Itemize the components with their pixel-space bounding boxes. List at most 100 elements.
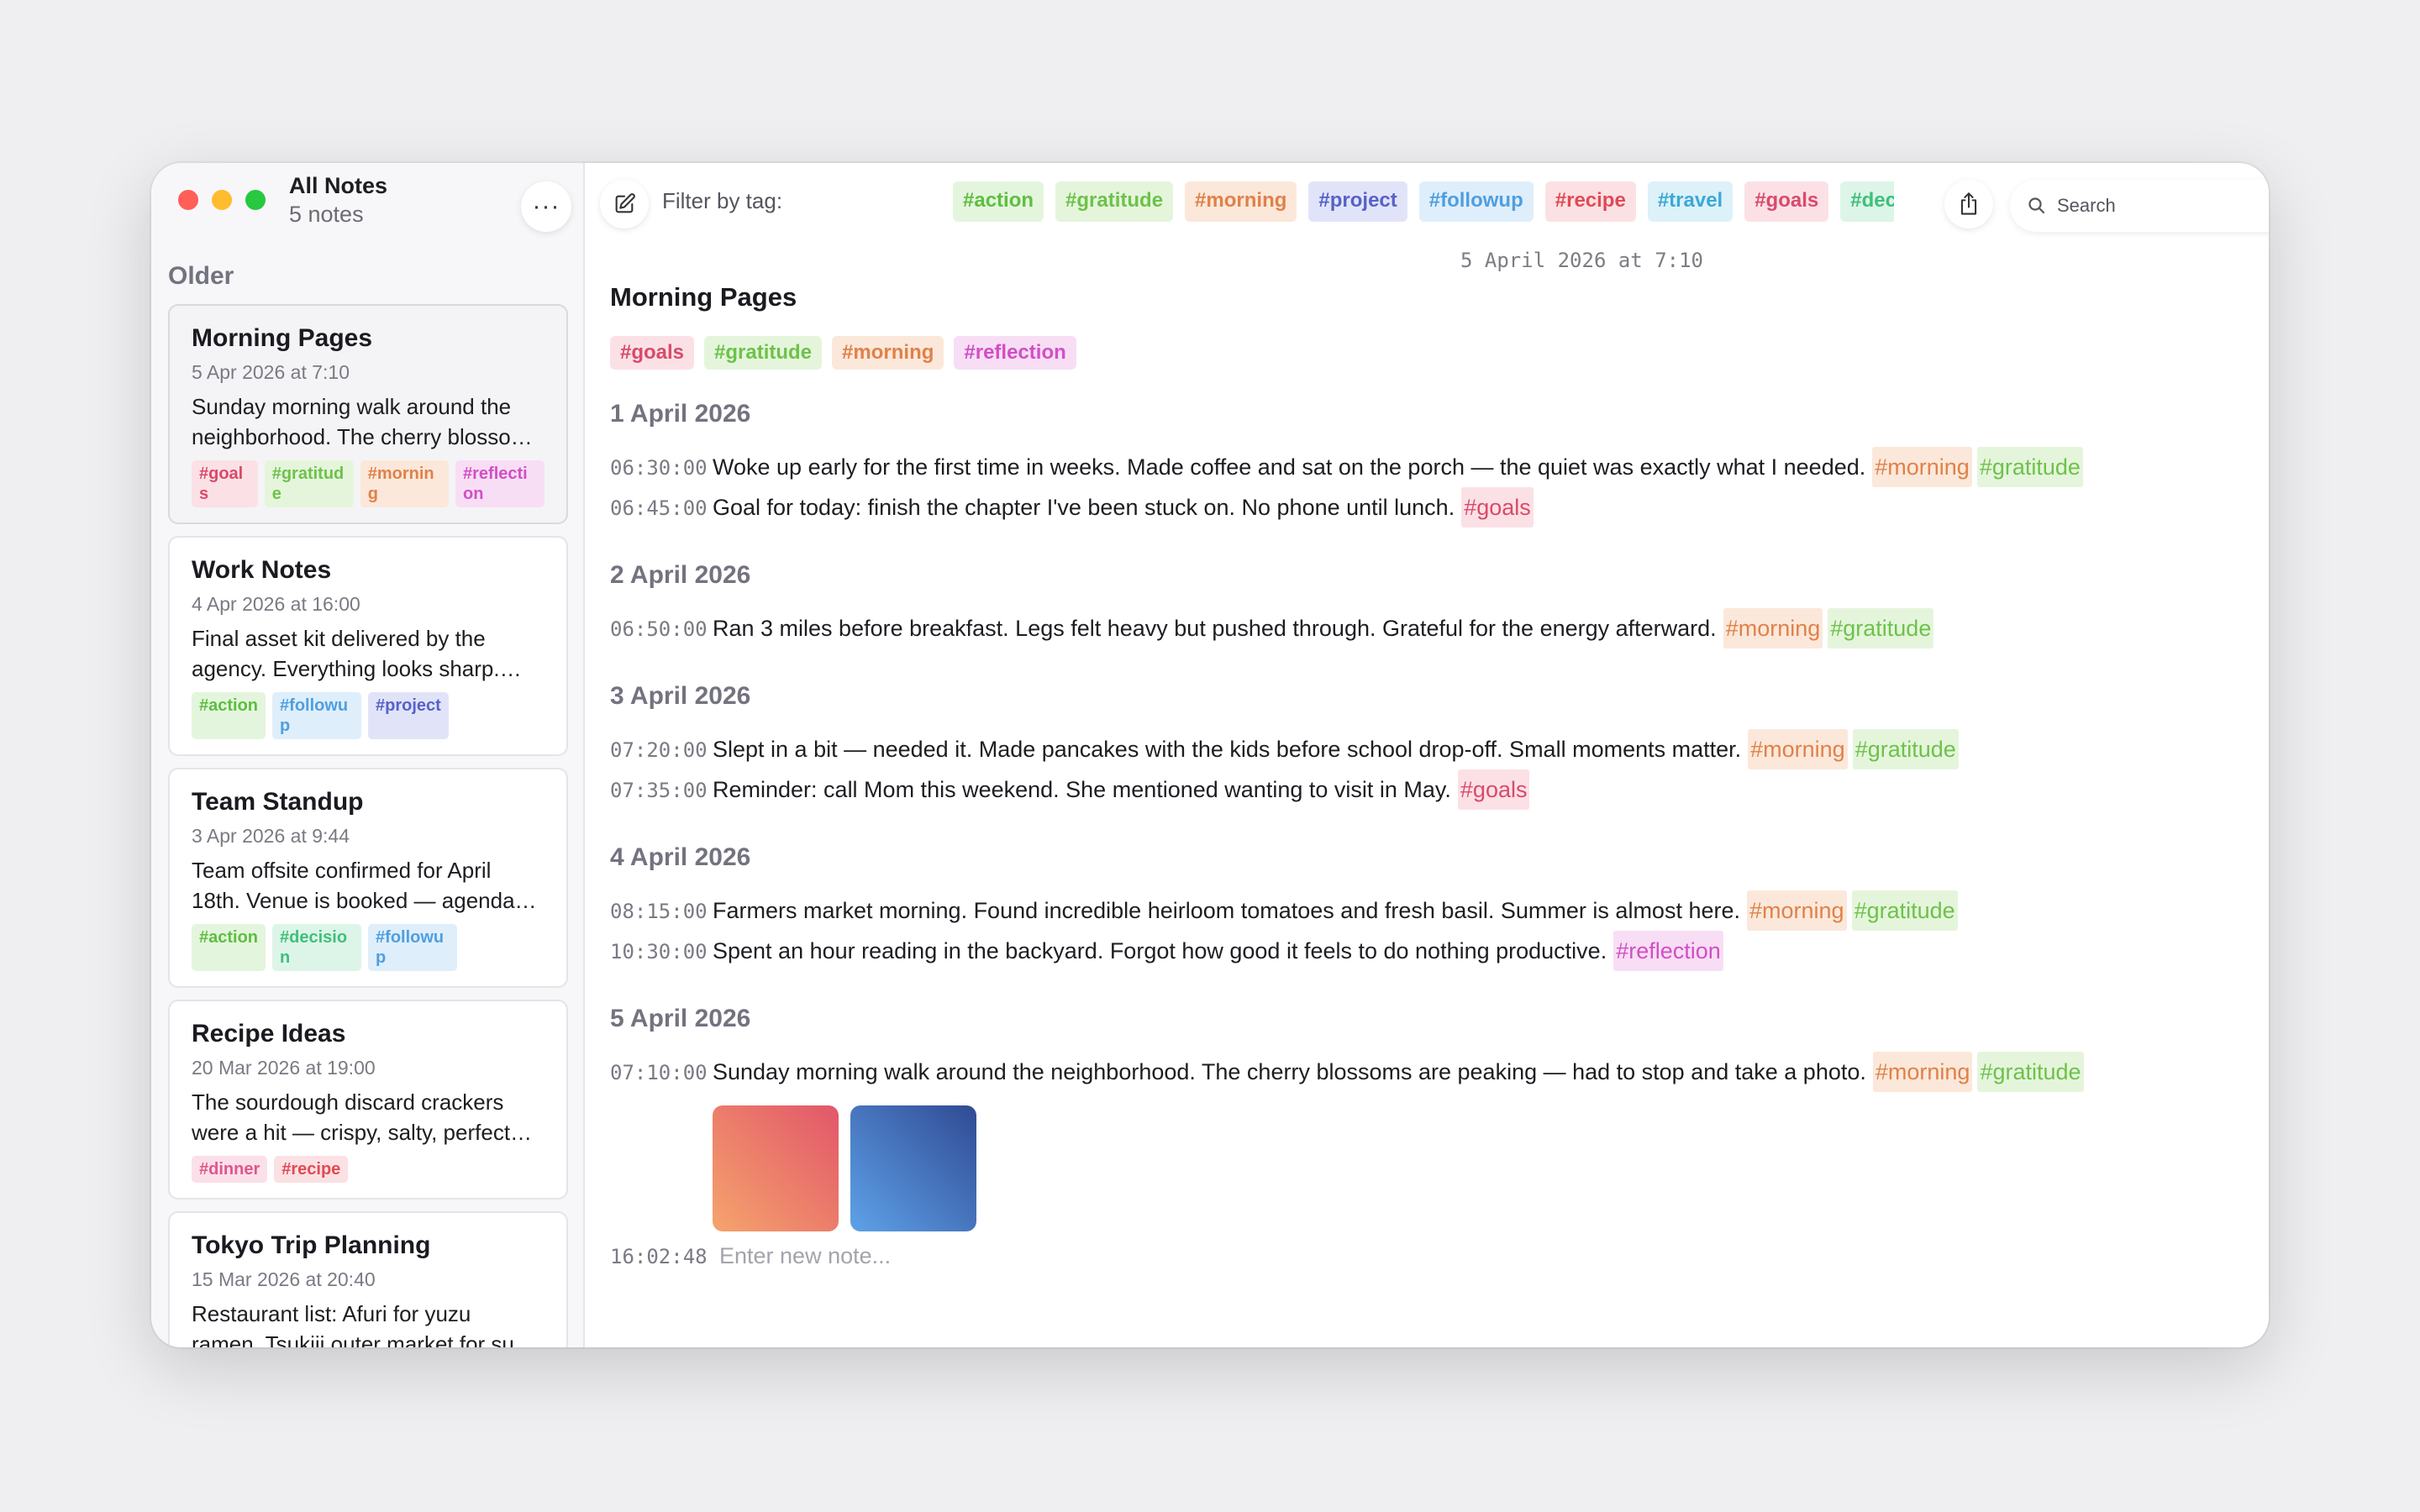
note-card-tag-followup: #followup (272, 692, 362, 739)
photo-thumbnail-warm[interactable] (713, 1105, 839, 1231)
entry-row[interactable]: 06:30:00 Woke up early for the first time… (610, 447, 2235, 487)
entry-row[interactable]: 06:50:00 Ran 3 miles before breakfast. Le… (610, 608, 2235, 648)
entry-row[interactable]: 06:45:00 Goal for today: finish the chapt… (610, 487, 2235, 528)
entry-row[interactable]: 10:30:00 Spent an hour reading in the bac… (610, 931, 2235, 971)
entry-list: 06:30:00 Woke up early for the first time… (610, 447, 2235, 528)
window-controls (178, 190, 266, 210)
note-card-date: 15 Mar 2026 at 20:40 (192, 1268, 376, 1290)
note-card[interactable]: Tokyo Trip Planning 15 Mar 2026 at 20:40 R… (168, 1211, 568, 1347)
close-window-button[interactable] (178, 190, 198, 210)
day-group: 1 April 2026 06:30:00 Woke up early for th… (610, 398, 2235, 528)
note-tag-reflection[interactable]: #reflection (954, 336, 1076, 370)
entry-list: 06:50:00 Ran 3 miles before breakfast. Le… (610, 608, 2235, 648)
entry-list: 07:20:00 Slept in a bit — needed it. Made… (610, 729, 2235, 810)
note-card-tags: #dinner #recipe (192, 1156, 544, 1183)
entry-text: Woke up early for the first time in week… (713, 454, 1866, 480)
entry-text: Sunday morning walk around the neighborh… (713, 1059, 1866, 1084)
inline-tag-gratitude[interactable]: #gratitude (1977, 1052, 2084, 1092)
note-card[interactable]: Morning Pages 5 Apr 2026 at 7:10 Sunday mo… (168, 304, 568, 524)
note-card[interactable]: Work Notes 4 Apr 2026 at 16:00 Final asset… (168, 536, 568, 756)
ellipsis-icon: ··· (532, 192, 560, 220)
note-card-tag-dinner: #dinner (192, 1156, 268, 1183)
filter-tag-goals[interactable]: #goals (1744, 181, 1829, 222)
entry-time: 07:10:00 (610, 1061, 708, 1084)
toolbar: Filter by tag: #action #gratitude #morning… (585, 163, 2269, 239)
inline-tag-gratitude[interactable]: #gratitude (1828, 608, 1934, 648)
entry-time: 06:50:00 (610, 617, 708, 641)
inline-tag-reflection[interactable]: #reflection (1613, 931, 1723, 971)
day-heading: 2 April 2026 (610, 561, 751, 589)
zoom-window-button[interactable] (245, 190, 266, 210)
entry-time: 07:35:00 (610, 779, 708, 802)
sidebar-title: All Notes (289, 173, 388, 198)
note-card-tags: #goals #gratitude #morning #reflection (192, 460, 544, 507)
entry-text: Farmers market morning. Found incredible… (713, 898, 1740, 923)
photo-attachments (713, 1105, 2235, 1231)
filter-tag-followup[interactable]: #followup (1418, 181, 1534, 222)
inline-tag-morning[interactable]: #morning (1747, 890, 1847, 931)
entry-time: 08:15:00 (610, 900, 708, 923)
more-options-button[interactable]: ··· (521, 181, 571, 232)
search-icon (2028, 197, 2045, 214)
note-editor: Filter by tag: #action #gratitude #morning… (585, 163, 2269, 1347)
search-input[interactable] (2057, 195, 2269, 217)
note-card[interactable]: Team Standup 3 Apr 2026 at 9:44 Team offsi… (168, 768, 568, 988)
share-button[interactable] (1944, 180, 1993, 228)
new-note-input[interactable] (719, 1243, 1223, 1269)
entry-row[interactable]: 07:10:00 Sunday morning walk around the n… (610, 1052, 2235, 1092)
note-title[interactable]: Morning Pages (610, 281, 2235, 314)
new-entry-time: 16:02:48 (610, 1245, 708, 1268)
note-card-tag-action: #action (192, 692, 266, 739)
note-card-title: Morning Pages (192, 324, 373, 352)
day-heading: 3 April 2026 (610, 682, 751, 710)
note-card-title: Recipe Ideas (192, 1020, 346, 1047)
inline-tag-morning[interactable]: #morning (1723, 608, 1823, 648)
filter-tag-recipe[interactable]: #recipe (1544, 181, 1636, 222)
note-card-preview: Sunday morning walk around the neighborh… (192, 394, 540, 449)
filter-tag-project[interactable]: #project (1308, 181, 1407, 222)
note-tag-morning[interactable]: #morning (832, 336, 944, 370)
sidebar: All Notes 5 notes ··· Older Morning Page… (151, 163, 585, 1347)
photo-thumbnail-cool[interactable] (850, 1105, 976, 1231)
inline-tag-gratitude[interactable]: #gratitude (1851, 890, 1958, 931)
note-card-tag-morning: #morning (360, 460, 449, 507)
inline-tag-goals[interactable]: #goals (1461, 487, 1534, 528)
note-card-preview: Team offsite confirmed for April 18th. V… (192, 858, 515, 913)
note-card-tag-goals: #goals (192, 460, 258, 507)
inline-tag-gratitude[interactable]: #gratitude (1852, 729, 1959, 769)
note-card-preview: Restaurant list: Afuri for yuzu ramen, T… (192, 1301, 543, 1347)
filter-tag-gratitude[interactable]: #gratitude (1055, 181, 1174, 222)
note-tag-gratitude[interactable]: #gratitude (704, 336, 823, 370)
note-count: 5 notes (289, 202, 364, 227)
note-timestamp: 5 April 2026 at 7:10 (1460, 249, 1703, 272)
inline-tag-morning[interactable]: #morning (1872, 447, 1972, 487)
search-field[interactable] (2010, 180, 2269, 232)
note-card-tag-followup: #followup (368, 924, 458, 971)
note-list: Morning Pages 5 Apr 2026 at 7:10 Sunday mo… (168, 304, 568, 1347)
filter-tag-action[interactable]: #action (953, 181, 1044, 222)
share-icon (1960, 192, 1977, 215)
entry-text: Goal for today: finish the chapter I've … (713, 495, 1455, 520)
entry-row[interactable]: 07:20:00 Slept in a bit — needed it. Made… (610, 729, 2235, 769)
entry-time: 06:45:00 (610, 496, 708, 520)
inline-tag-morning[interactable]: #morning (1872, 1052, 1973, 1092)
filter-label: Filter by tag: (662, 188, 783, 213)
note-card-tags: #action #followup #project (192, 692, 544, 739)
inline-tag-gratitude[interactable]: #gratitude (1976, 447, 2083, 487)
entry-row[interactable]: 07:35:00 Reminder: call Mom this weekend.… (610, 769, 2235, 810)
filter-tag-travel[interactable]: #travel (1647, 181, 1733, 222)
day-group: 4 April 2026 08:15:00 Farmers market morni… (610, 842, 2235, 971)
compose-button[interactable] (600, 180, 649, 228)
note-card-date: 20 Mar 2026 at 19:00 (192, 1057, 376, 1079)
filter-tag-decision[interactable]: #decision (1840, 181, 1894, 222)
entry-row[interactable]: 08:15:00 Farmers market morning. Found in… (610, 890, 2235, 931)
minimize-window-button[interactable] (212, 190, 232, 210)
note-tags: #goals #gratitude #morning #reflection (610, 336, 2235, 370)
inline-tag-goals[interactable]: #goals (1457, 769, 1530, 810)
inline-tag-morning[interactable]: #morning (1748, 729, 1848, 769)
note-tag-goals[interactable]: #goals (610, 336, 695, 370)
note-card[interactable]: Recipe Ideas 20 Mar 2026 at 19:00 The sour… (168, 1000, 568, 1200)
filter-tag-morning[interactable]: #morning (1185, 181, 1297, 222)
note-content: Morning Pages #goals #gratitude #morning #r… (610, 281, 2235, 1269)
day-heading: 1 April 2026 (610, 400, 751, 428)
